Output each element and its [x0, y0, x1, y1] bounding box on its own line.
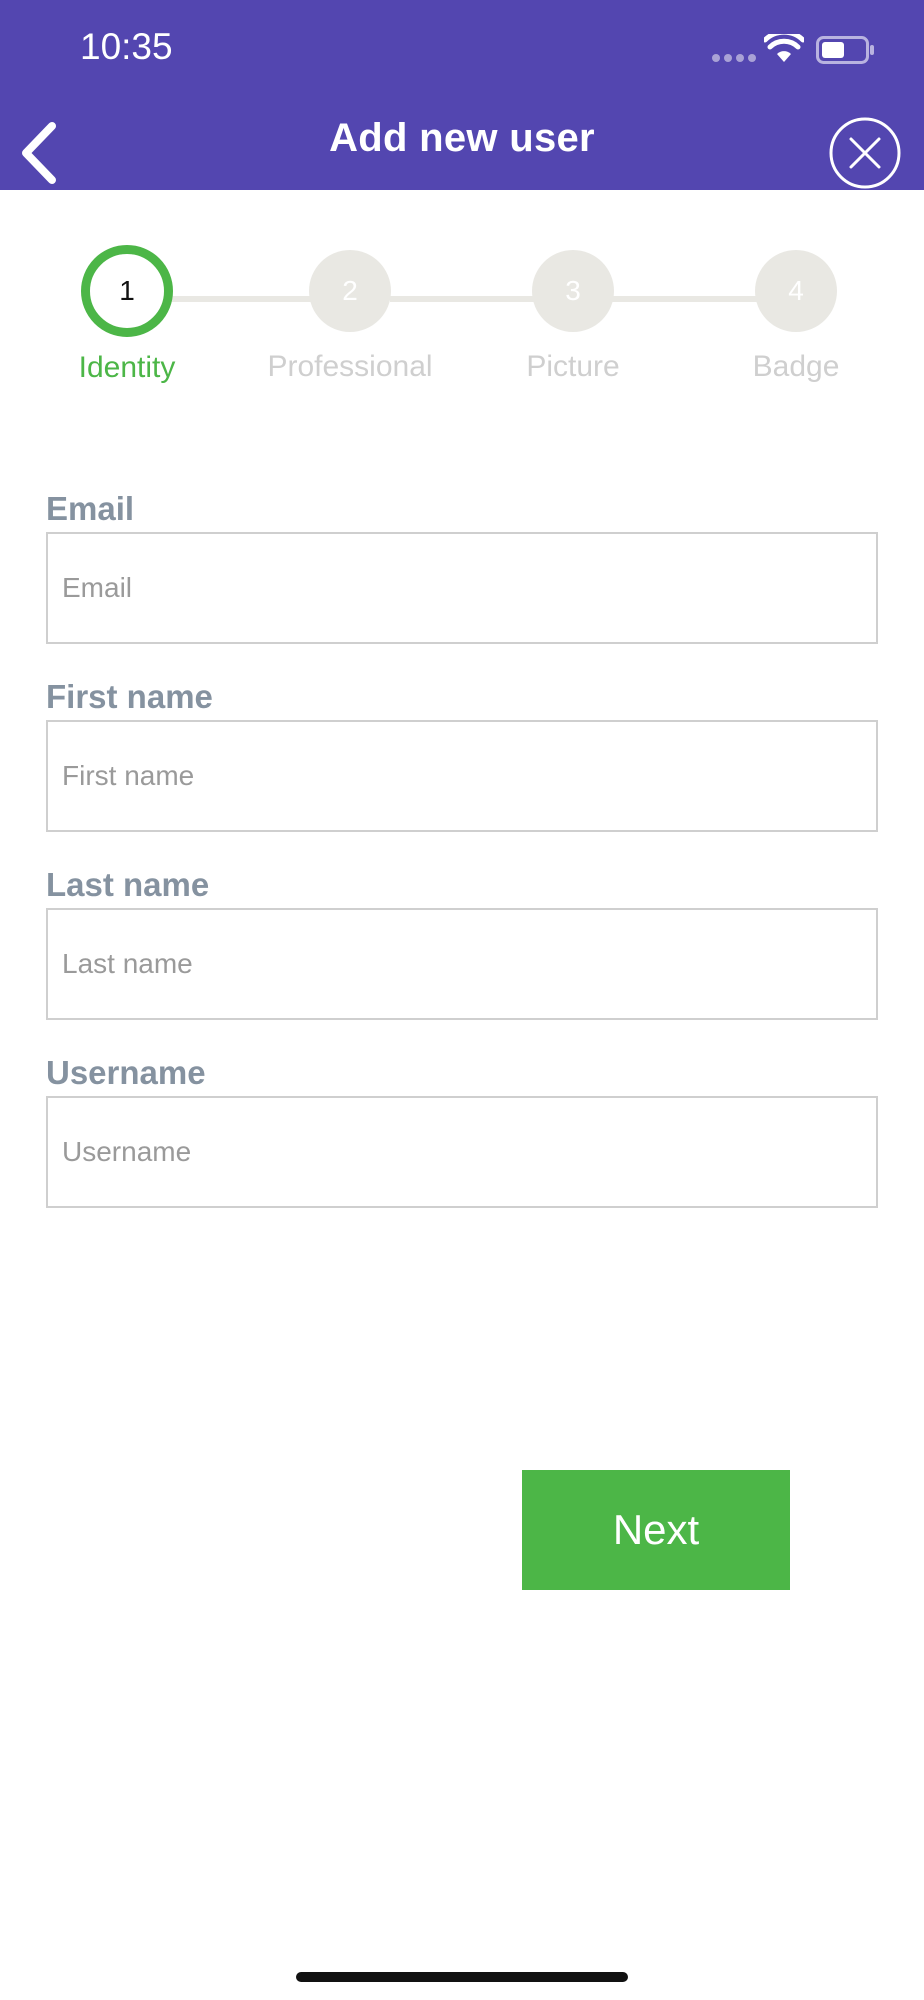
username-label: Username [46, 1054, 206, 1091]
page-title: Add new user [329, 116, 595, 160]
step-number: 4 [755, 250, 837, 332]
battery-icon [816, 36, 874, 64]
close-circle-icon [829, 117, 901, 189]
app-header: 10:35 Add new user [0, 0, 924, 190]
progress-stepper: 1 Identity 2 Professional 3 Picture 4 Ba… [0, 245, 924, 400]
email-field[interactable] [46, 532, 878, 644]
cellular-signal-icon [712, 54, 756, 62]
email-label: Email [46, 490, 135, 527]
step-professional[interactable]: 2 Professional [250, 250, 450, 384]
step-label: Identity [78, 351, 176, 384]
step-badge[interactable]: 4 Badge [696, 250, 896, 384]
step-picture[interactable]: 3 Picture [473, 250, 673, 384]
step-label: Professional [267, 350, 433, 383]
username-field[interactable] [46, 1096, 878, 1208]
first-name-field[interactable] [46, 720, 878, 832]
status-time: 10:35 [80, 26, 173, 67]
identity-form: Email First name Last name Username [46, 486, 878, 1238]
next-button[interactable]: Next [522, 1470, 790, 1590]
wifi-icon [764, 34, 804, 62]
last-name-label: Last name [46, 866, 210, 903]
step-identity[interactable]: 1 Identity [27, 245, 227, 385]
step-label: Picture [526, 350, 620, 383]
home-indicator [296, 1972, 628, 1982]
step-number: 3 [532, 250, 614, 332]
step-number: 2 [309, 250, 391, 332]
add-user-screen: 10:35 Add new user 1 Identity 2 Professi… [0, 0, 924, 2000]
step-number: 1 [81, 245, 173, 337]
close-button[interactable] [828, 116, 902, 190]
last-name-field[interactable] [46, 908, 878, 1020]
first-name-label: First name [46, 678, 213, 715]
step-label: Badge [752, 350, 840, 383]
